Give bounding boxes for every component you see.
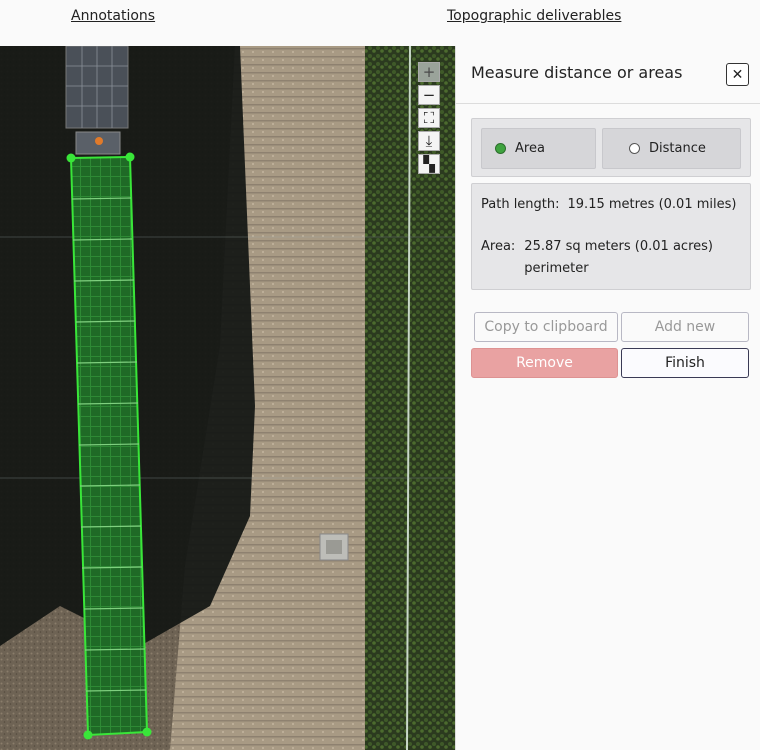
aerial-map[interactable]: + − ⛶ ⤓ ▚ (0, 46, 455, 750)
zoom-out-button[interactable]: − (418, 85, 440, 105)
path-length-row: Path length: 19.15 metres (0.01 miles) (481, 197, 736, 212)
mode-area-option[interactable]: Area (481, 128, 596, 169)
measure-mode-selector: Area Distance (471, 118, 751, 177)
mode-distance-option[interactable]: Distance (602, 128, 741, 169)
map-controls: + − ⛶ ⤓ ▚ (418, 62, 441, 177)
path-length-value: 19.15 metres (0.01 miles) (567, 197, 737, 212)
polygon-vertex[interactable] (66, 153, 76, 163)
layers-icon[interactable]: ▚ (418, 154, 440, 174)
copy-to-clipboard-button[interactable]: Copy to clipboard (474, 312, 618, 342)
ground-object-inner (326, 540, 342, 554)
mode-area-label: Area (515, 141, 545, 156)
path-length-label: Path length: (481, 197, 560, 212)
area-row: Area: 25.87 sq meters (0.01 acres) perim… (481, 239, 713, 280)
zoom-in-button[interactable]: + (418, 62, 440, 82)
orange-marker (95, 137, 103, 145)
radio-selected-icon[interactable] (495, 143, 506, 154)
area-value-line1: 25.87 sq meters (0.01 acres) (524, 239, 713, 254)
area-value-line2: perimeter (524, 261, 589, 276)
download-icon[interactable]: ⤓ (418, 131, 440, 151)
add-new-button[interactable]: Add new (621, 312, 749, 342)
map-imagery (0, 46, 455, 750)
annotations-link[interactable]: Annotations (71, 8, 155, 24)
area-label: Area: (481, 239, 516, 254)
finish-button[interactable]: Finish (621, 348, 749, 378)
measurement-results: Path length: 19.15 metres (0.01 miles) Ar… (471, 183, 751, 290)
polygon-vertex[interactable] (125, 152, 135, 162)
area-value: 25.87 sq meters (0.01 acres) perimeter (524, 236, 713, 280)
close-icon[interactable]: ✕ (726, 63, 749, 86)
measure-panel: Measure distance or areas ✕ Area Distanc… (455, 46, 760, 750)
remove-button[interactable]: Remove (471, 348, 618, 378)
polygon-vertex[interactable] (142, 727, 152, 737)
topographic-deliverables-link[interactable]: Topographic deliverables (447, 8, 621, 24)
radio-unselected-icon[interactable] (629, 143, 640, 154)
panel-header: Measure distance or areas ✕ (456, 46, 760, 104)
top-tab-bar: Annotations Topographic deliverables (0, 0, 760, 46)
polygon-vertex[interactable] (83, 730, 93, 740)
fit-extent-icon[interactable]: ⛶ (418, 108, 440, 128)
panel-title: Measure distance or areas (471, 63, 683, 82)
mode-distance-label: Distance (649, 141, 706, 156)
